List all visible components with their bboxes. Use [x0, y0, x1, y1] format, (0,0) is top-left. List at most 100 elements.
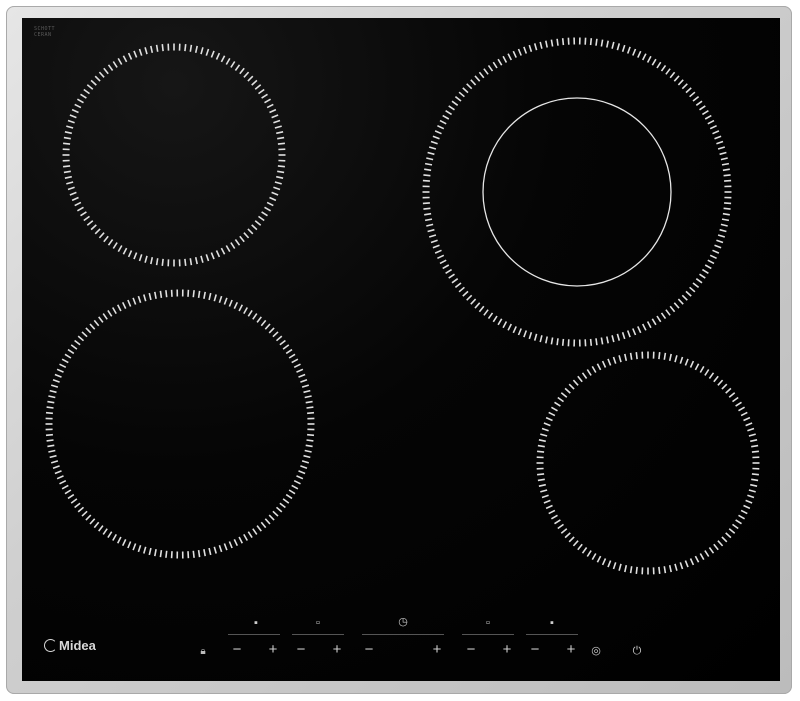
heater-ring-tick	[713, 375, 719, 383]
heater-ring-tick	[462, 290, 469, 297]
heater-ring-tick	[93, 521, 100, 529]
heater-ring-tick	[233, 539, 239, 547]
heater-ring-tick	[143, 546, 147, 554]
heater-ring-tick	[708, 547, 715, 554]
heater-ring-tick	[470, 79, 477, 86]
heater-ring-tick	[69, 191, 77, 196]
heater-ring-tick	[300, 465, 308, 469]
heater-ring-tick	[67, 493, 75, 500]
heater-ring-tick	[251, 224, 258, 231]
heater-ring-tick	[275, 506, 283, 513]
heater-ring-tick	[243, 534, 248, 541]
heater-ring-tick	[277, 165, 285, 168]
heater-ring-tick	[107, 531, 113, 539]
heater-ring-tick	[251, 79, 258, 86]
heater-ring-tick	[537, 444, 545, 448]
heater-ring-tick	[161, 44, 164, 52]
heater-ring-tick	[712, 249, 720, 254]
power-icon[interactable]: ⏻	[630, 644, 644, 659]
plus-button-rear-right[interactable]: +	[564, 642, 578, 657]
heater-ring-tick	[98, 525, 104, 532]
heater-ring-tick	[428, 234, 437, 238]
minus-button-rear-left[interactable]: −	[230, 642, 244, 657]
heater-ring-tick	[271, 191, 279, 196]
heater-ring-tick	[112, 534, 117, 541]
heater-ring-tick	[528, 332, 533, 340]
heater-ring-tick	[483, 309, 489, 316]
heater-ring-tick	[684, 560, 689, 568]
heater-ring-tick	[564, 387, 571, 394]
heater-ring-tick	[721, 536, 728, 543]
heater-ring-tick	[560, 392, 568, 398]
plus-button-timer[interactable]: +	[430, 642, 444, 657]
heater-ring-tick	[621, 332, 626, 340]
heater-ring-tick	[52, 465, 60, 469]
heater-ring-tick	[624, 353, 628, 361]
lock-icon[interactable]: 🔒︎	[196, 644, 210, 659]
heater-ring-tick	[143, 294, 147, 302]
heater-ring-tick	[210, 50, 215, 58]
heater-ring-tick	[448, 105, 455, 111]
minus-button-front-left[interactable]: −	[294, 642, 308, 657]
heater-ring-tick	[591, 553, 597, 560]
cooking-zone-rear-left[interactable]	[62, 43, 286, 267]
heater-ring-tick	[63, 165, 71, 168]
minus-button-rear-right[interactable]: −	[528, 642, 542, 657]
plus-button-rear-left[interactable]: +	[266, 642, 280, 657]
heater-ring-tick	[46, 406, 54, 409]
heater-ring-tick	[74, 502, 81, 509]
heater-ring-tick	[541, 427, 549, 432]
cooking-zone-front-left[interactable]	[45, 289, 315, 559]
heater-ring-tick	[247, 228, 254, 235]
heater-ring-tick	[716, 140, 724, 145]
heater-ring-tick	[673, 75, 680, 82]
heater-ring-tick	[148, 292, 152, 301]
heater-ring-tick	[681, 294, 688, 301]
heater-ring-tick	[689, 558, 695, 566]
heater-ring-tick	[107, 239, 114, 246]
heater-ring-tick	[200, 255, 204, 263]
heater-ring-tick	[239, 235, 245, 243]
heater-ring-tick	[646, 321, 652, 329]
heater-ring-tick	[80, 211, 87, 217]
heater-ring-tick	[724, 202, 732, 205]
heater-ring-tick	[189, 44, 193, 52]
heater-ring-tick	[301, 460, 310, 464]
heater-ring-tick	[677, 298, 684, 305]
heater-ring-tick	[719, 228, 727, 233]
heater-ring-tick	[719, 151, 727, 156]
heater-ring-tick	[303, 454, 311, 459]
heater-ring-tick	[194, 45, 198, 53]
heater-ring-tick	[285, 348, 293, 355]
heater-ring-tick	[747, 494, 755, 499]
minus-button-front-right[interactable]: −	[464, 642, 478, 657]
plus-button-front-left[interactable]: +	[330, 642, 344, 657]
heater-ring-tick	[561, 38, 565, 46]
heater-ring-tick	[695, 100, 703, 106]
heater-ring-tick	[745, 499, 753, 504]
heater-ring-tick	[497, 318, 503, 326]
heater-ring-tick	[722, 168, 730, 172]
inner-ring-rear-right	[482, 97, 672, 287]
heater-ring-tick	[63, 142, 71, 145]
cooking-zone-front-right[interactable]	[536, 351, 760, 575]
heater-ring-tick	[695, 278, 703, 284]
heater-ring-tick	[517, 328, 522, 336]
cooking-zone-rear-right[interactable]	[422, 37, 732, 347]
heater-ring-tick	[434, 130, 442, 135]
heater-ring-tick	[637, 50, 642, 58]
heater-ring-tick	[422, 179, 430, 182]
heater-ring-tick	[564, 532, 571, 539]
heater-ring-tick	[50, 384, 59, 388]
heater-ring-tick	[618, 563, 622, 571]
heater-ring-tick	[98, 71, 105, 78]
boost-icon[interactable]: ◎	[589, 644, 603, 659]
heater-ring-tick	[59, 363, 67, 369]
heater-ring-tick	[439, 259, 447, 265]
heater-ring-tick	[277, 142, 285, 145]
heater-ring-tick	[451, 100, 459, 106]
heater-ring-tick	[83, 88, 90, 95]
minus-button-timer[interactable]: −	[362, 642, 376, 657]
plus-button-front-right[interactable]: +	[500, 642, 514, 657]
heater-ring-tick	[86, 84, 94, 90]
